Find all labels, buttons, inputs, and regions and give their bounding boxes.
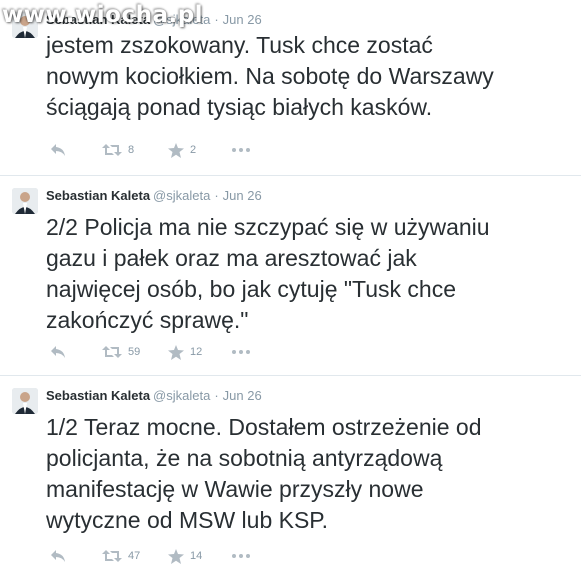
separator-dot: ·: [214, 388, 219, 403]
tweet-header: Sebastian Kaleta @sjkaleta · Jun 26: [46, 188, 262, 204]
tweet-actions: 47 14: [46, 546, 346, 566]
tweet-actions: 8 2: [46, 140, 346, 160]
more-button[interactable]: [232, 140, 250, 160]
avatar[interactable]: [12, 388, 38, 414]
more-icon: [232, 350, 250, 354]
site-watermark: www.wiocha.pl: [2, 2, 204, 28]
author-name[interactable]: Sebastian Kaleta: [46, 188, 150, 203]
favorite-button[interactable]: 12: [168, 342, 202, 362]
tweet[interactable]: Sebastian Kaleta @sjkaleta · Jun 26 2/2 Pol…: [0, 176, 581, 376]
favorite-count: 2: [190, 144, 197, 156]
retweet-count: 59: [128, 346, 141, 358]
author-username[interactable]: @sjkaleta: [153, 388, 210, 403]
reply-button[interactable]: [50, 140, 66, 160]
favorite-button[interactable]: 14: [168, 546, 202, 566]
tweet-timestamp[interactable]: Jun 26: [223, 388, 262, 403]
more-icon: [232, 554, 250, 558]
reply-button[interactable]: [50, 546, 66, 566]
avatar[interactable]: [12, 188, 38, 214]
reply-button[interactable]: [50, 342, 66, 362]
retweet-button[interactable]: 8: [102, 140, 134, 160]
separator-dot: ·: [214, 12, 219, 27]
tweet-header: Sebastian Kaleta @sjkaleta · Jun 26: [46, 388, 262, 404]
tweet-timestamp[interactable]: Jun 26: [223, 188, 262, 203]
reply-icon: [51, 346, 65, 358]
reply-icon: [51, 550, 65, 562]
tweet[interactable]: Sebastian Kaleta @sjkaleta · Jun 26 1/2 Ter…: [0, 376, 581, 586]
reply-icon: [51, 144, 65, 156]
more-icon: [232, 148, 250, 152]
favorite-button[interactable]: 2: [168, 140, 196, 160]
star-icon: [168, 142, 184, 158]
author-username[interactable]: @sjkaleta: [153, 188, 210, 203]
tweet-text: 2/2 Policja ma nie szczypać się w używan…: [46, 214, 490, 333]
star-icon: [168, 548, 184, 564]
retweet-icon: [102, 550, 122, 562]
favorite-count: 14: [190, 550, 203, 562]
retweet-icon: [102, 346, 122, 358]
more-button[interactable]: [232, 546, 250, 566]
separator-dot: ·: [214, 188, 219, 203]
favorite-count: 12: [190, 346, 203, 358]
retweet-icon: [102, 144, 122, 156]
retweet-button[interactable]: 47: [102, 546, 140, 566]
tweet-actions: 59 12: [46, 342, 346, 362]
retweet-count: 8: [128, 144, 135, 156]
retweet-count: 47: [128, 550, 141, 562]
tweet-feed: Sebastian Kaleta @sjkaleta · Jun 26 jestem …: [0, 0, 581, 586]
tweet-text: 1/2 Teraz mocne. Dostałem ostrzeżenie od…: [46, 414, 482, 533]
author-name[interactable]: Sebastian Kaleta: [46, 388, 150, 403]
tweet-timestamp[interactable]: Jun 26: [223, 12, 262, 27]
star-icon: [168, 344, 184, 360]
retweet-button[interactable]: 59: [102, 342, 140, 362]
more-button[interactable]: [232, 342, 250, 362]
tweet-text: jestem zszokowany. Tusk chce zostać nowy…: [46, 32, 494, 120]
